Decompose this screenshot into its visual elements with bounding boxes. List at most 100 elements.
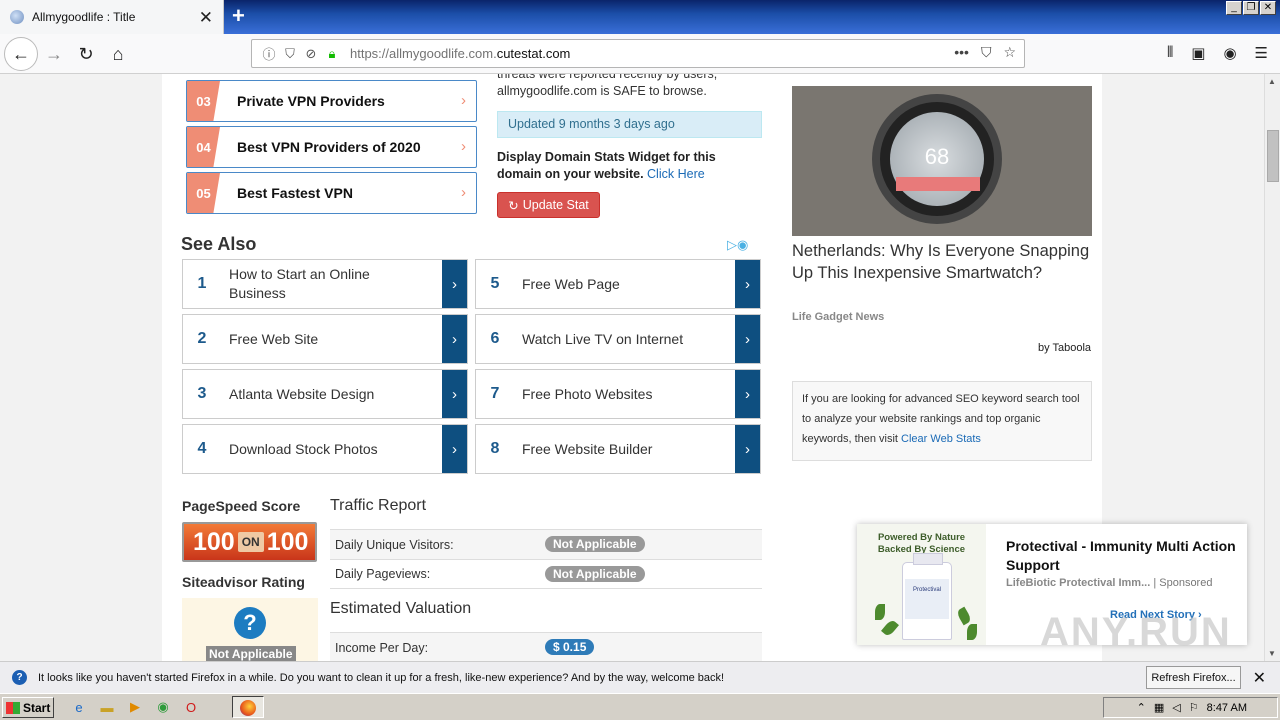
- bottle-graphic: Protectival: [902, 553, 952, 640]
- home-button[interactable]: ⌂: [104, 40, 132, 68]
- sponsored-headline[interactable]: Netherlands: Why Is Everyone Snapping Up…: [792, 240, 1092, 284]
- url-prefix: https://allmygoodlife.com.: [350, 46, 497, 61]
- item-number: 3: [197, 385, 207, 402]
- permissions-icon[interactable]: ⊘: [302, 46, 320, 62]
- item-label: Free Website Builder: [522, 440, 653, 457]
- item-label: Free Web Site: [229, 330, 319, 347]
- close-icon[interactable]: ✕: [1253, 668, 1266, 688]
- volume-icon[interactable]: ◁: [1172, 701, 1180, 714]
- taboola-credit[interactable]: by Taboola: [1038, 342, 1091, 354]
- question-icon: ?: [12, 670, 27, 685]
- network-icon[interactable]: ▦: [1154, 701, 1164, 714]
- flag-icon[interactable]: ⚐: [1189, 701, 1199, 714]
- ad-item[interactable]: 04 Best VPN Providers of 2020 ›: [186, 126, 477, 168]
- sidebar-icon[interactable]: ▣: [1191, 44, 1205, 62]
- item-label: How to Start an Online Business: [229, 266, 370, 301]
- ad-item[interactable]: 05 Best Fastest VPN ›: [186, 172, 477, 214]
- chevron-right-icon: ›: [735, 315, 760, 363]
- see-also-grid: 1 How to Start an Online Business › 5 Free …: [182, 259, 762, 474]
- reload-button[interactable]: ↻: [72, 40, 100, 68]
- item-label: Watch Live TV on Internet: [522, 330, 684, 347]
- siteadvisor-box: ? Not Applicable: [182, 598, 318, 661]
- question-icon: ?: [234, 607, 266, 639]
- item-label: Atlanta Website Design: [229, 385, 375, 402]
- tab-active[interactable]: Allmygoodlife : Title ✕: [0, 0, 224, 34]
- see-also-item[interactable]: 8 Free Website Builder ›: [475, 424, 761, 474]
- scroll-up-icon[interactable]: ▲: [1268, 77, 1276, 86]
- watch-stop-bar: [896, 177, 980, 191]
- ad-label: Best Fastest VPN: [237, 185, 353, 201]
- smartwatch-image[interactable]: 68: [792, 86, 1092, 236]
- globe-icon: [10, 10, 24, 24]
- item-number: 2: [197, 330, 207, 347]
- see-also-item[interactable]: 5 Free Web Page ›: [475, 259, 761, 309]
- chevron-right-icon: ›: [442, 370, 467, 418]
- minimize-button[interactable]: _: [1226, 1, 1242, 15]
- pagespeed-on: ON: [237, 532, 264, 552]
- lock-icon: 🔒︎: [328, 45, 336, 61]
- address-bar[interactable]: ⓘ ⛉ ⊘ 🔒︎ https://allmygoodlife.com. cutes…: [251, 39, 1025, 68]
- ad-list: 03 Private VPN Providers › 04 Best VPN P…: [186, 80, 477, 218]
- ie-icon[interactable]: e: [70, 698, 88, 716]
- refresh-firefox-button[interactable]: Refresh Firefox...: [1146, 666, 1241, 689]
- system-tray: ⌃ ▦ ◁ ⚐ 8:47 AM: [1103, 697, 1278, 718]
- info-icon[interactable]: ⓘ: [260, 44, 278, 63]
- firefox-taskbar-button[interactable]: [232, 696, 264, 718]
- clock[interactable]: 8:47 AM: [1207, 702, 1247, 714]
- ad-item[interactable]: 03 Private VPN Providers ›: [186, 80, 477, 122]
- see-also-item[interactable]: 2 Free Web Site ›: [182, 314, 468, 364]
- new-tab-button[interactable]: +: [232, 3, 245, 29]
- product-image: Powered By Nature Backed By Science Prot…: [857, 524, 986, 645]
- update-stat-label: Update Stat: [522, 198, 589, 212]
- library-icon[interactable]: ⫴: [1167, 44, 1173, 62]
- tracking-shield-icon[interactable]: ⛉: [281, 46, 299, 62]
- page-actions-icon[interactable]: •••: [954, 44, 969, 61]
- tray-arrow-icon[interactable]: ⌃: [1137, 701, 1146, 714]
- quick-launch: e ▬ ▶ ◉ O: [70, 698, 200, 716]
- notification-bar: ? It looks like you haven't started Fire…: [0, 661, 1280, 693]
- adchoices-icon[interactable]: ▷◉: [727, 237, 748, 253]
- media-player-icon[interactable]: ▶: [126, 698, 144, 716]
- row-label: Income Per Day:: [335, 640, 429, 655]
- popup-ad-title[interactable]: Protectival - Immunity Multi Action Supp…: [1006, 537, 1236, 575]
- windows-logo-icon: [6, 701, 20, 714]
- back-button[interactable]: ←: [4, 37, 38, 71]
- see-also-item[interactable]: 7 Free Photo Websites ›: [475, 369, 761, 419]
- folder-icon[interactable]: ▬: [98, 698, 116, 716]
- see-also-item[interactable]: 3 Atlanta Website Design ›: [182, 369, 468, 419]
- click-here-link[interactable]: Click Here: [647, 167, 705, 181]
- item-number: 4: [197, 440, 207, 457]
- clear-web-stats-link[interactable]: Clear Web Stats: [901, 433, 981, 445]
- tab-title: Allmygoodlife : Title: [32, 10, 136, 24]
- close-window-button[interactable]: ✕: [1260, 1, 1276, 15]
- menu-icon[interactable]: ☰: [1255, 44, 1268, 62]
- item-number: 1: [197, 275, 207, 292]
- see-also-item[interactable]: 4 Download Stock Photos ›: [182, 424, 468, 474]
- chrome-icon[interactable]: ◉: [154, 698, 172, 716]
- chevron-right-icon: ›: [461, 92, 466, 109]
- restore-button[interactable]: ❐: [1243, 1, 1259, 15]
- vertical-scrollbar[interactable]: ▲ ▼: [1264, 74, 1280, 661]
- forward-button[interactable]: →: [40, 40, 68, 68]
- seo-promo-box: If you are looking for advanced SEO keyw…: [792, 381, 1092, 461]
- account-icon[interactable]: ◉: [1223, 44, 1236, 62]
- status-badge: Not Applicable: [545, 566, 645, 582]
- close-tab-icon[interactable]: ✕: [199, 8, 213, 28]
- scrollbar-thumb[interactable]: [1267, 130, 1279, 182]
- update-stat-button[interactable]: ↻ Update Stat: [497, 192, 600, 218]
- scroll-down-icon[interactable]: ▼: [1268, 649, 1276, 658]
- leaf-icon: [967, 624, 977, 640]
- start-button[interactable]: Start: [2, 697, 54, 718]
- bookmark-star-icon[interactable]: ☆: [1003, 44, 1016, 61]
- leaf-icon: [875, 604, 885, 620]
- taskbar: Start e ▬ ▶ ◉ O ⌃ ▦ ◁ ⚐ 8:47 AM: [0, 693, 1280, 720]
- pagespeed-max: 100: [266, 527, 309, 556]
- ad-number: 03: [187, 81, 220, 121]
- chevron-right-icon: ›: [461, 184, 466, 201]
- pocket-icon[interactable]: ⛉: [981, 44, 992, 61]
- see-also-item[interactable]: 6 Watch Live TV on Internet ›: [475, 314, 761, 364]
- opera-icon[interactable]: O: [182, 698, 200, 716]
- url-domain: cutestat.com: [496, 46, 571, 61]
- see-also-item[interactable]: 1 How to Start an Online Business ›: [182, 259, 468, 309]
- leaf-icon: [881, 618, 899, 638]
